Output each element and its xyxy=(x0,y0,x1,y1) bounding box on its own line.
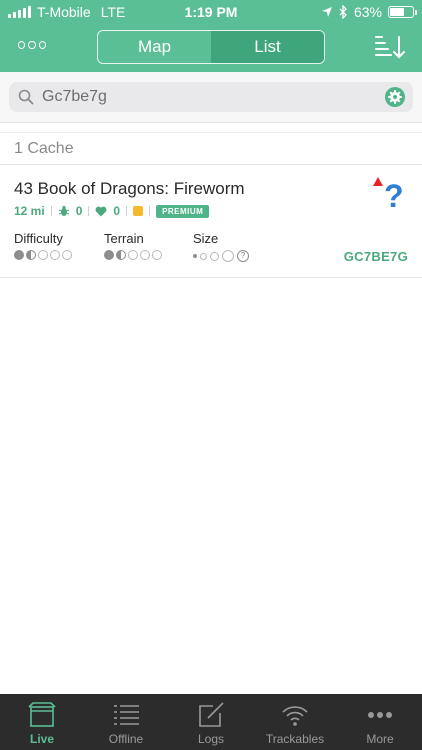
difficulty-circle xyxy=(14,250,24,260)
tab-label-more: More xyxy=(366,732,394,746)
cache-code: GC7BE7G xyxy=(343,249,408,264)
size-dot-small xyxy=(200,252,207,260)
gear-icon[interactable] xyxy=(385,87,405,107)
bluetooth-icon xyxy=(339,5,347,19)
difficulty-label: Difficulty xyxy=(14,231,63,246)
results-section-header: 1 Cache xyxy=(0,132,422,165)
menu-ellipsis-icon[interactable] xyxy=(18,38,46,52)
tab-label-logs: Logs xyxy=(197,732,225,746)
compose-icon xyxy=(199,702,224,727)
difficulty-circle xyxy=(50,250,60,260)
premium-badge: PREMIUM xyxy=(156,204,210,218)
terrain-circle xyxy=(128,250,138,260)
favorite-count: 0 xyxy=(113,204,121,218)
tab-bar: Live Offline Logs Trackables More xyxy=(0,694,422,750)
more-icon xyxy=(368,712,392,718)
size-rating: ? xyxy=(193,250,249,262)
search-query: Gc7be7g xyxy=(42,88,107,105)
terrain-circle xyxy=(140,250,150,260)
cache-title: 43 Book of Dragons: Fireworm xyxy=(14,179,245,198)
difficulty-circle xyxy=(38,250,48,260)
map-list-segmented-control: Map List xyxy=(97,30,325,64)
tab-label-offline: Offline xyxy=(108,732,144,746)
tab-label-live: Live xyxy=(29,732,54,746)
top-header: T-Mobile LTE 1:19 PM 63% Map List xyxy=(0,0,422,72)
distance: 12 mi xyxy=(14,204,45,218)
segment-list[interactable]: List xyxy=(211,31,324,63)
list-icon xyxy=(114,705,139,725)
difficulty-circle xyxy=(62,250,72,260)
battery-percent: 63% xyxy=(353,4,382,20)
results-count: 1 Cache xyxy=(14,140,74,157)
magnifier-icon xyxy=(18,89,34,105)
live-box-icon xyxy=(28,702,56,727)
difficulty-circle xyxy=(26,250,36,260)
personal-note-icon xyxy=(133,206,144,216)
svg-text:?: ? xyxy=(384,178,404,211)
terrain-circle xyxy=(152,250,162,260)
wifi-icon xyxy=(282,706,308,726)
trackable-count: 0 xyxy=(75,204,83,218)
difficulty-rating xyxy=(14,250,72,260)
tab-trackables[interactable]: Trackables xyxy=(253,694,337,750)
tab-logs[interactable]: Logs xyxy=(169,694,253,750)
search-bar: Gc7be7g xyxy=(0,72,422,123)
size-dot-micro xyxy=(193,254,197,258)
sort-icon[interactable] xyxy=(374,34,406,60)
size-label: Size xyxy=(193,231,219,246)
tab-more[interactable]: More xyxy=(338,694,422,750)
heart-icon xyxy=(95,206,107,216)
bug-icon xyxy=(58,205,69,216)
location-arrow-icon xyxy=(321,7,332,17)
terrain-circle xyxy=(116,250,126,260)
terrain-rating xyxy=(104,250,162,260)
list-item[interactable]: 43 Book of Dragons: Fireworm 12 mi 0 0 P… xyxy=(0,164,422,278)
size-unknown: ? xyxy=(237,250,249,262)
battery-icon xyxy=(388,6,417,18)
tab-live[interactable]: Live xyxy=(0,694,84,750)
status-bar: T-Mobile LTE 1:19 PM 63% xyxy=(0,0,422,24)
search-input[interactable]: Gc7be7g xyxy=(9,82,413,112)
terrain-label: Terrain xyxy=(104,231,144,246)
tab-offline[interactable]: Offline xyxy=(84,694,168,750)
segment-map[interactable]: Map xyxy=(98,31,211,63)
terrain-circle xyxy=(104,250,114,260)
cache-meta: 12 mi 0 0 PREMIUM xyxy=(14,204,210,218)
size-dot-large xyxy=(222,250,234,262)
size-dot-regular xyxy=(210,251,219,261)
mystery-cache-icon: ? xyxy=(373,177,404,211)
tab-label-trackables: Trackables xyxy=(265,732,325,746)
